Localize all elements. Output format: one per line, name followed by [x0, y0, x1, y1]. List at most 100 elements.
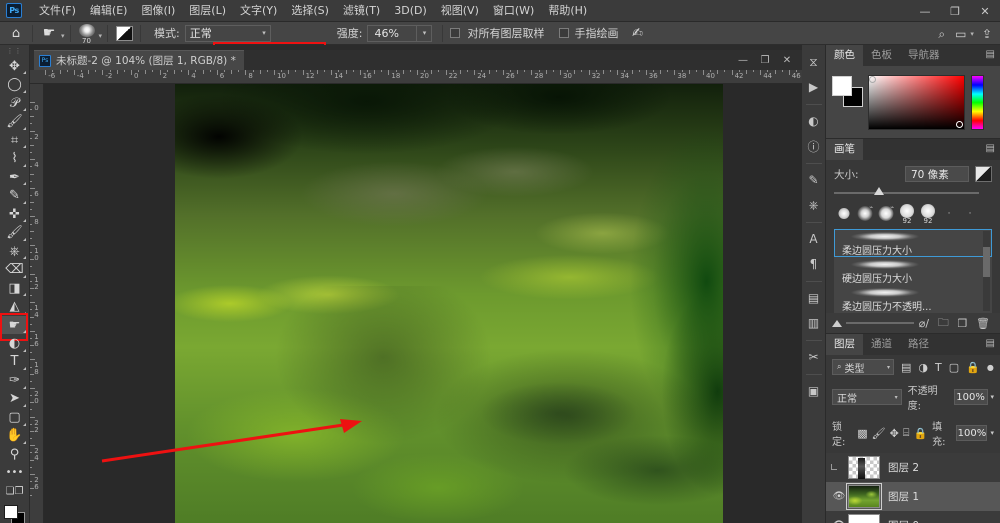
brush-settings-toggle[interactable] — [113, 23, 135, 44]
hue-slider[interactable] — [971, 75, 984, 130]
tab-channels[interactable]: 通道 — [863, 334, 900, 355]
slider-knob[interactable] — [874, 187, 884, 195]
sample-all-layers-label[interactable]: 对所有图层取样 — [467, 25, 544, 41]
filter-adjustment-icon[interactable]: ◑ — [918, 361, 928, 374]
info-panel-icon[interactable]: ⓘ — [803, 135, 825, 157]
menu-item-type[interactable]: 文字(Y) — [233, 1, 284, 20]
brush-preset-4[interactable]: 92 — [897, 203, 917, 225]
quick-selection-tool[interactable]: 🖌 — [2, 112, 28, 130]
filter-shape-icon[interactable]: ▢ — [949, 361, 959, 374]
workspace-switcher-icon[interactable]: ▭ — [951, 27, 970, 41]
menu-item-help[interactable]: 帮助(H) — [541, 1, 594, 20]
table-row[interactable]: 👁 图层 1 — [826, 482, 1000, 511]
clone-stamp-tool[interactable]: ✜ — [2, 205, 28, 223]
smudge-tool-icon[interactable]: ☛ — [38, 23, 60, 44]
actions-panel-icon[interactable]: ▶ — [803, 76, 825, 98]
airbrush-toggle[interactable] — [450, 28, 461, 38]
brush-settings-icon[interactable]: ✎ — [803, 169, 825, 191]
chevron-down-icon[interactable]: ▾ — [990, 429, 994, 437]
lock-all-icon[interactable]: 🔒 — [913, 427, 927, 440]
table-row[interactable]: 图层 2 — [826, 453, 1000, 482]
menu-item-file[interactable]: 文件(F) — [32, 1, 83, 20]
glyphs-panel-icon[interactable]: ▣ — [803, 380, 825, 402]
libraries-panel-icon[interactable]: ▤ — [803, 287, 825, 309]
chevron-down-icon[interactable]: ▾ — [991, 393, 995, 401]
color-picker-marker[interactable] — [956, 121, 963, 128]
panel-menu-icon[interactable]: ▤ — [986, 50, 995, 60]
table-row[interactable]: 👁 图层 0 — [826, 511, 1000, 523]
lasso-tool[interactable]: 𝒫 — [2, 94, 28, 112]
mode-select[interactable]: 正常 ▾ — [184, 24, 271, 42]
gradient-tool[interactable]: ◨ — [2, 279, 28, 297]
menu-item-filter[interactable]: 滤镜(T) — [336, 1, 387, 20]
stamp-tool[interactable]: ⎈ — [2, 242, 28, 260]
blend-mode-select[interactable]: 正常 ▾ — [832, 389, 902, 405]
brush-list-scrollbar[interactable] — [983, 231, 990, 311]
hand-tool[interactable]: ✋ — [2, 427, 28, 445]
brush-preset-5[interactable]: 92 — [918, 203, 938, 225]
finger-paint-checkbox[interactable]: 手指绘画 — [559, 25, 618, 41]
clone-source-icon[interactable]: ⎈ — [803, 194, 825, 216]
layer-thumbnail[interactable] — [846, 483, 882, 510]
strength-stepper[interactable]: ▾ — [417, 24, 433, 42]
restore-button[interactable]: ❐ — [940, 0, 970, 22]
tab-navigator[interactable]: 导航器 — [900, 45, 948, 66]
opacity-input[interactable]: 100% — [953, 389, 988, 405]
edit-toolbar-button[interactable]: ••• — [2, 464, 28, 482]
brush-preset-picker[interactable]: 70 — [76, 23, 98, 45]
tablet-pressure-icon[interactable]: ✍ — [626, 23, 648, 44]
document-tab[interactable]: Ps 未标题-2 @ 104% (图层 1, RGB/8) * — [34, 50, 244, 70]
brush-preset-1[interactable] — [834, 203, 854, 225]
history-panel-icon[interactable]: ⧖ — [803, 51, 825, 73]
adjustments-panel-icon[interactable]: ◐ — [803, 110, 825, 132]
color-field-picker[interactable] — [868, 75, 965, 130]
tools-panel-icon[interactable]: ✂ — [803, 346, 825, 368]
document-minimize-button[interactable]: — — [732, 50, 754, 70]
layer-thumbnail[interactable] — [848, 456, 880, 479]
spot-healing-brush-tool[interactable]: ✒ — [2, 168, 28, 186]
path-selection-tool[interactable]: ➤ — [2, 390, 28, 408]
quick-mask-button[interactable]: ❏❐ — [2, 482, 28, 500]
tab-layers[interactable]: 图层 — [826, 334, 863, 355]
search-icon[interactable]: ⌕ — [932, 27, 951, 42]
menu-item-layer[interactable]: 图层(L) — [182, 1, 233, 20]
layer-thumbnail[interactable] — [848, 514, 880, 523]
layer-name[interactable]: 图层 1 — [888, 489, 919, 504]
brush-size-slider[interactable] — [834, 187, 992, 199]
list-item[interactable]: 柔边圆压力大小 — [834, 229, 992, 257]
horizontal-ruler[interactable]: -6 -4 -2 0 2 4 6 8 10 12 14 16 18 20 22 24 26 28 30 32 34 36 3… — [30, 70, 802, 84]
tab-color[interactable]: 颜色 — [826, 45, 863, 66]
brush-preset-3[interactable]: ⌁ — [876, 203, 896, 225]
pen-tool[interactable]: ✑ — [2, 371, 28, 389]
filter-smart-object-icon[interactable]: 🔒 — [966, 361, 980, 374]
lock-transparent-pixels-icon[interactable]: ▩ — [857, 427, 867, 440]
document-close-button[interactable]: ✕ — [776, 50, 798, 70]
eyedropper-tool[interactable]: ⌇ — [2, 149, 28, 167]
brush-size-input[interactable]: 70 像素 — [905, 166, 969, 182]
brush-tip-toggle-icon[interactable] — [832, 319, 842, 327]
lock-image-pixels-icon[interactable]: 🖌 — [872, 427, 886, 440]
paragraph-panel-icon[interactable]: ¶ — [803, 253, 825, 275]
color-fg-bg-swatches[interactable] — [832, 76, 863, 107]
notes-panel-icon[interactable]: ▥ — [803, 312, 825, 334]
menu-item-window[interactable]: 窗口(W) — [486, 1, 541, 20]
share-icon[interactable]: ⇪ — [978, 27, 996, 41]
rectangle-tool[interactable]: ▢ — [2, 408, 28, 426]
foreground-color-swatch[interactable] — [832, 76, 852, 96]
elliptical-marquee-tool[interactable]: ◯ — [2, 75, 28, 93]
new-brush-icon[interactable]: ❐ — [953, 317, 971, 330]
lock-artboard-nesting-icon[interactable]: ⌸ — [903, 426, 910, 440]
layer-name[interactable]: 图层 0 — [888, 518, 919, 523]
foreground-color-swatch[interactable] — [3, 504, 18, 519]
tab-brush[interactable]: 画笔 — [826, 139, 863, 160]
panel-menu-icon[interactable]: ▤ — [986, 144, 995, 154]
menu-item-view[interactable]: 视图(V) — [434, 1, 486, 20]
layer-filter-select[interactable]: ⌕ 类型 ▾ — [832, 359, 894, 375]
brush-preset-2[interactable]: ⌁ — [855, 203, 875, 225]
close-button[interactable]: ✕ — [970, 0, 1000, 22]
zoom-tool[interactable]: ⚲ — [2, 445, 28, 463]
foreground-background-color[interactable] — [3, 504, 27, 523]
character-panel-icon[interactable]: A — [803, 228, 825, 250]
chevron-down-icon[interactable]: ▾ — [61, 32, 65, 40]
document-maximize-button[interactable]: ❐ — [754, 50, 776, 70]
